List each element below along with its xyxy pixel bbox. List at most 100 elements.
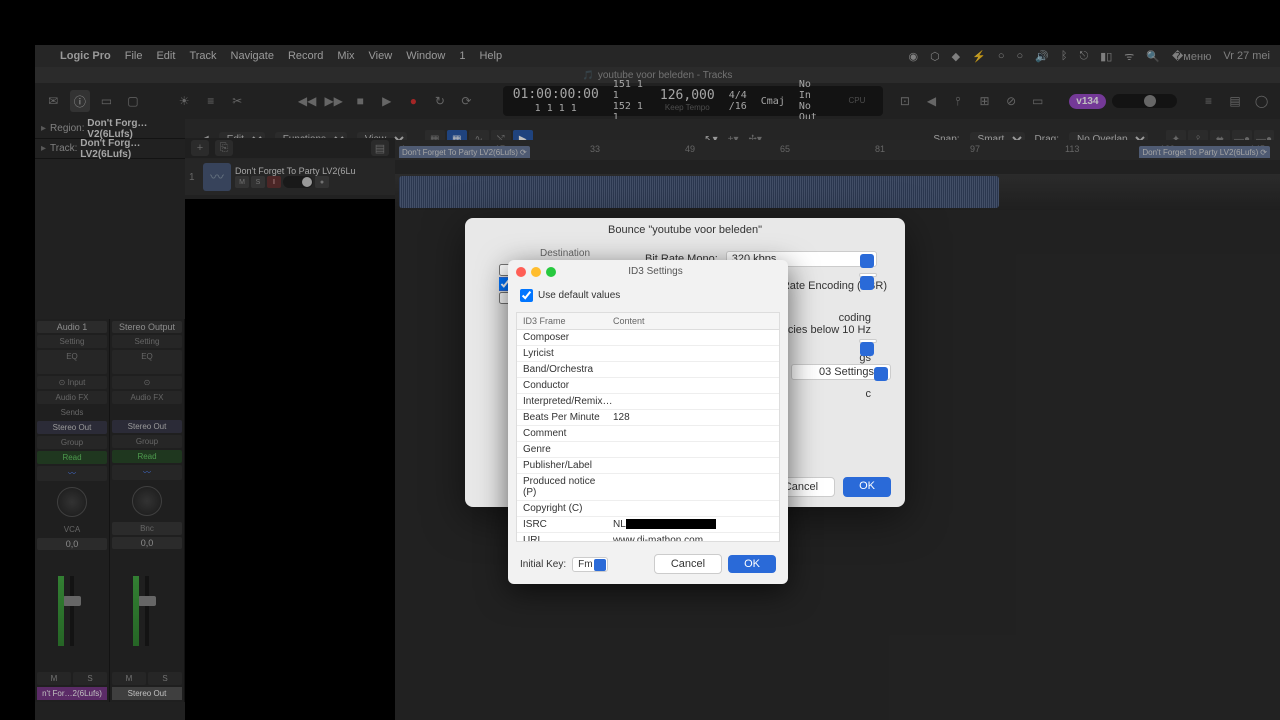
editor-icon[interactable]: ☀ xyxy=(174,90,195,112)
lcd-timecode[interactable]: 01:00:00:00 xyxy=(513,88,599,102)
id3-frame-content[interactable] xyxy=(607,330,779,345)
id3-row[interactable]: ISRCNL xyxy=(517,517,779,533)
id3-frame-content[interactable] xyxy=(607,474,779,500)
track-inspector-header[interactable]: ▸ Track: Don't Forg…LV2(6Lufs) xyxy=(35,139,185,159)
group-slot[interactable]: Group xyxy=(112,435,182,448)
pan-knob[interactable] xyxy=(132,486,162,516)
replace-button[interactable]: ⟳ xyxy=(456,90,477,112)
global-tracks-button[interactable]: ▤ xyxy=(371,140,389,156)
cycle-button[interactable]: ↻ xyxy=(430,90,451,112)
play-button[interactable]: ▶ xyxy=(377,90,398,112)
menu-view[interactable]: View xyxy=(369,50,393,62)
control-center-icon[interactable]: �меню xyxy=(1172,50,1211,63)
battery-icon[interactable]: ▮▯ xyxy=(1100,50,1112,63)
countoff-icon[interactable]: ⊞ xyxy=(974,90,995,112)
menu-record[interactable]: Record xyxy=(288,50,323,62)
app-name[interactable]: Logic Pro xyxy=(60,50,111,62)
bluetooth-icon[interactable]: ᛒ xyxy=(1061,50,1068,62)
db-readout[interactable]: 0,0 xyxy=(112,537,182,549)
id3-row[interactable]: URLwww.dj-mathon.com xyxy=(517,533,779,542)
status-icon[interactable]: ◆ xyxy=(952,50,960,63)
rewind-button[interactable]: ◀◀ xyxy=(297,90,318,112)
replace-icon[interactable]: ⊡ xyxy=(895,90,916,112)
id3-frame-content[interactable] xyxy=(607,501,779,516)
automation-mode[interactable]: Read xyxy=(112,450,182,463)
id3-row[interactable]: Copyright (C) xyxy=(517,501,779,517)
volume-fader[interactable] xyxy=(63,596,81,606)
menubar-clock[interactable]: Vr 27 mei xyxy=(1223,50,1270,62)
track-row[interactable]: 1 〰 Don't Forget To Party LV2(6Lufs) M S… xyxy=(185,159,395,195)
id3-frame-content[interactable] xyxy=(607,394,779,409)
menu-track[interactable]: Track xyxy=(189,50,216,62)
quality-select[interactable] xyxy=(859,339,877,343)
forward-button[interactable]: ▶▶ xyxy=(323,90,344,112)
record-button[interactable]: ● xyxy=(403,90,424,112)
automation-mode[interactable]: Read xyxy=(37,451,107,464)
output-slot[interactable]: Stereo Out xyxy=(112,420,182,433)
track-icon-button[interactable]: 〰 xyxy=(37,466,107,481)
close-icon[interactable] xyxy=(516,267,526,277)
eq-button[interactable]: EQ xyxy=(112,350,182,374)
id3-row[interactable]: Band/Orchestra xyxy=(517,362,779,378)
volume-fader[interactable] xyxy=(138,596,156,606)
output-slot[interactable]: Stereo Out xyxy=(37,421,107,434)
pan-knob[interactable] xyxy=(57,487,87,517)
menu-navigate[interactable]: Navigate xyxy=(231,50,274,62)
menu-help[interactable]: Help xyxy=(479,50,502,62)
track-icon-button[interactable]: 〰 xyxy=(112,465,182,480)
menu-edit[interactable]: Edit xyxy=(156,50,175,62)
id3-settings-button[interactable]: 03 Settings… xyxy=(791,364,891,380)
lcd-display[interactable]: 01:00:00:001 1 1 1 151 1 1152 1 1 126,00… xyxy=(503,86,883,116)
lcd-tempo[interactable]: 126,000 xyxy=(660,89,715,103)
input-slot[interactable]: ⊙ Input xyxy=(37,376,107,389)
menu-file[interactable]: File xyxy=(125,50,143,62)
duplicate-track-button[interactable]: ⎘ xyxy=(215,140,233,156)
id3-row[interactable]: Produced notice (P) xyxy=(517,474,779,501)
list-icon[interactable]: ≡ xyxy=(200,90,221,112)
search-icon[interactable]: 🔍 xyxy=(1146,50,1160,63)
mute-button[interactable]: M xyxy=(235,176,249,188)
channel-name[interactable]: Stereo Output xyxy=(112,321,182,333)
bitrate-select2[interactable] xyxy=(859,273,877,277)
menu-window[interactable]: Window xyxy=(406,50,445,62)
id3-row[interactable]: Comment xyxy=(517,426,779,442)
volume-slider[interactable] xyxy=(283,176,313,188)
status-icon[interactable]: ⎋ xyxy=(1079,50,1088,63)
id3-row[interactable]: Composer xyxy=(517,330,779,346)
initial-key-select[interactable]: Fm xyxy=(572,557,607,572)
list-editors-icon[interactable]: ≡ xyxy=(1198,90,1219,112)
region-inspector-header[interactable]: ▸ Region: Don't Forg…V2(6Lufs) xyxy=(35,119,185,139)
id3-frame-content[interactable] xyxy=(607,346,779,361)
id3-frame-content[interactable] xyxy=(607,458,779,473)
stop-button[interactable]: ■ xyxy=(350,90,371,112)
audiofx-slot[interactable]: Audio FX xyxy=(37,391,107,404)
column-header-frame[interactable]: ID3 Frame xyxy=(517,313,607,329)
id3-row[interactable]: Beats Per Minute128 xyxy=(517,410,779,426)
menu-1[interactable]: 1 xyxy=(459,50,465,62)
audiofx-slot[interactable]: Audio FX xyxy=(112,391,182,404)
cancel-button[interactable]: Cancel xyxy=(654,554,722,574)
status-icon[interactable]: ○ xyxy=(998,50,1005,62)
tuner-icon[interactable]: ⫯ xyxy=(948,90,969,112)
toolbar-icon[interactable]: ▭ xyxy=(96,90,117,112)
goto-icon[interactable]: ◀ xyxy=(921,90,942,112)
library-icon[interactable]: ✉ xyxy=(43,90,64,112)
id3-row[interactable]: Genre xyxy=(517,442,779,458)
id3-frame-content[interactable]: 128 xyxy=(607,410,779,425)
strip-name[interactable]: n't For…2(6Lufs) xyxy=(37,687,107,700)
master-level-badge[interactable]: v134 xyxy=(1069,94,1105,109)
add-track-button[interactable]: + xyxy=(191,140,209,156)
wifi-icon[interactable]: ᯤ xyxy=(1124,49,1134,64)
strip-name[interactable]: Stereo Out xyxy=(112,687,182,700)
audio-region[interactable] xyxy=(399,176,999,208)
status-icon[interactable]: ⚡ xyxy=(972,50,986,63)
scissors-icon[interactable]: ✂ xyxy=(227,90,248,112)
sync-icon[interactable]: ▭ xyxy=(1027,90,1048,112)
id3-frame-content[interactable] xyxy=(607,378,779,393)
ok-button[interactable]: OK xyxy=(843,477,891,497)
id3-row[interactable]: Publisher/Label xyxy=(517,458,779,474)
db-readout[interactable]: 0,0 xyxy=(37,538,107,550)
channel-name[interactable]: Audio 1 xyxy=(37,321,107,333)
menu-mix[interactable]: Mix xyxy=(337,50,354,62)
status-icon[interactable]: ○ xyxy=(1017,50,1024,62)
